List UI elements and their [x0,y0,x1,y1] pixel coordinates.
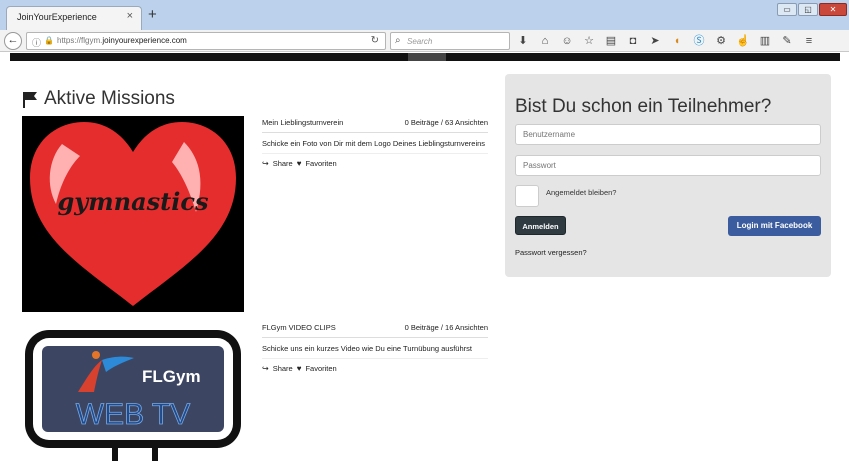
search-icon: ⌕ [395,35,401,46]
share-link[interactable]: Share [273,159,293,168]
heart-icon: ♥ [296,364,302,373]
favorites-link[interactable]: Favoriten [305,159,336,168]
new-tab-button[interactable]: + [148,7,157,22]
back-button[interactable]: ← [4,32,22,50]
forgot-password-link[interactable]: Passwort vergessen? [515,248,587,257]
reload-icon[interactable]: ↻ [371,35,379,46]
toolbar-icons: ⬇ ⌂ ☺ ☆ ▤ ◘ ➤ ◖ Ⓢ ⚙ ☝ ▥ ✎ ≡ [516,33,816,49]
browser-tab[interactable]: JoinYourExperience × [6,6,142,30]
mission-header: FLGym VIDEO CLIPS 0 Beiträge / 16 Ansich… [262,321,488,338]
section-title-text: Aktive Missions [44,88,175,109]
header-tab[interactable] [408,53,446,61]
mission-header: Mein Lieblingsturnverein 0 Beiträge / 63… [262,116,488,133]
tab-close-icon[interactable]: × [127,10,133,22]
star-icon[interactable]: ☆ [582,33,596,49]
browser-navbar: ← ⓘ 🔒 https://flgym.joinyourexperience.c… [0,30,849,52]
mission-image-gymnastics[interactable]: gymnastics [22,116,244,312]
addon-icon[interactable]: ✎ [780,33,794,49]
mission-actions: ↪ Share ♥ Favoriten [262,359,488,373]
login-button[interactable]: Anmelden [515,216,566,235]
remember-checkbox[interactable] [515,185,539,207]
login-title: Bist Du schon ein Teilnehmer? [515,96,772,117]
mission-description: Schicke ein Foto von Dir mit dem Logo De… [262,133,488,154]
minimize-button[interactable]: ▭ [777,3,797,16]
skype-icon[interactable]: Ⓢ [692,33,706,49]
maximize-button[interactable]: ◱ [798,3,818,16]
flag-icon [23,91,37,108]
remember-label: Angemeldet bleiben? [546,188,617,197]
send-icon[interactable]: ➤ [648,33,662,49]
share-link[interactable]: Share [273,364,293,373]
webtv-text: WEB TV [76,398,190,431]
window-controls: ▭ ◱ ✕ [777,3,847,16]
shield-icon[interactable]: ◖ [670,33,684,49]
mission-actions: ↪ Share ♥ Favoriten [262,154,488,168]
url-domain: joinyourexperience.com [102,36,187,45]
url-text[interactable]: https://flgym.joinyourexperience.com [57,36,187,45]
mission-name[interactable]: Mein Lieblingsturnverein [262,118,343,127]
gear-icon[interactable]: ⚙ [714,33,728,49]
tab-title: JoinYourExperience [17,12,97,22]
download-icon[interactable]: ⬇ [516,33,530,49]
heart-illustration: gymnastics [30,122,236,306]
mission-image-webtv[interactable]: FLGym WEB TV [22,326,244,461]
search-placeholder: Search [407,37,433,46]
extension-icon[interactable]: ▥ [758,33,772,49]
lock-icon: 🔒 [44,36,54,45]
browser-titlebar: JoinYourExperience × + ▭ ◱ ✕ [0,0,849,30]
menu-icon[interactable]: ≡ [802,33,816,49]
password-input[interactable] [515,155,821,176]
hand-icon[interactable]: ☝ [736,33,750,49]
home-icon[interactable]: ⌂ [538,33,552,49]
gymnastics-text: gymnastics [58,187,209,216]
site-header-strip [10,53,840,61]
share-icon: ↪ [262,159,269,168]
tv-illustration: FLGym WEB TV [25,330,241,461]
clipboard-icon[interactable]: ▤ [604,33,618,49]
heart-icon: ♥ [296,159,302,168]
share-icon: ↪ [262,364,269,373]
close-window-button[interactable]: ✕ [819,3,847,16]
mission-stats: 0 Beiträge / 16 Ansichten [404,323,488,332]
section-title: Aktive Missions [22,88,175,110]
login-panel: Bist Du schon ein Teilnehmer? Angemeldet… [505,74,831,277]
search-box[interactable]: ⌕ Search [390,32,510,50]
username-input[interactable] [515,124,821,145]
mission-card: Mein Lieblingsturnverein 0 Beiträge / 63… [262,116,488,168]
pocket-icon[interactable]: ◘ [626,33,640,49]
facebook-login-button[interactable]: Login mit Facebook [728,216,821,236]
mission-description: Schicke uns ein kurzes Video wie Du eine… [262,338,488,359]
chat-icon[interactable]: ☺ [560,33,574,49]
favorites-link[interactable]: Favoriten [305,364,336,373]
flgym-logo-text: FLGym [142,367,201,386]
mission-name[interactable]: FLGym VIDEO CLIPS [262,323,336,332]
mission-card: FLGym VIDEO CLIPS 0 Beiträge / 16 Ansich… [262,321,488,373]
mission-stats: 0 Beiträge / 63 Ansichten [404,118,488,127]
info-icon[interactable]: ⓘ [32,36,41,49]
address-bar[interactable]: ⓘ 🔒 https://flgym.joinyourexperience.com… [26,32,386,50]
